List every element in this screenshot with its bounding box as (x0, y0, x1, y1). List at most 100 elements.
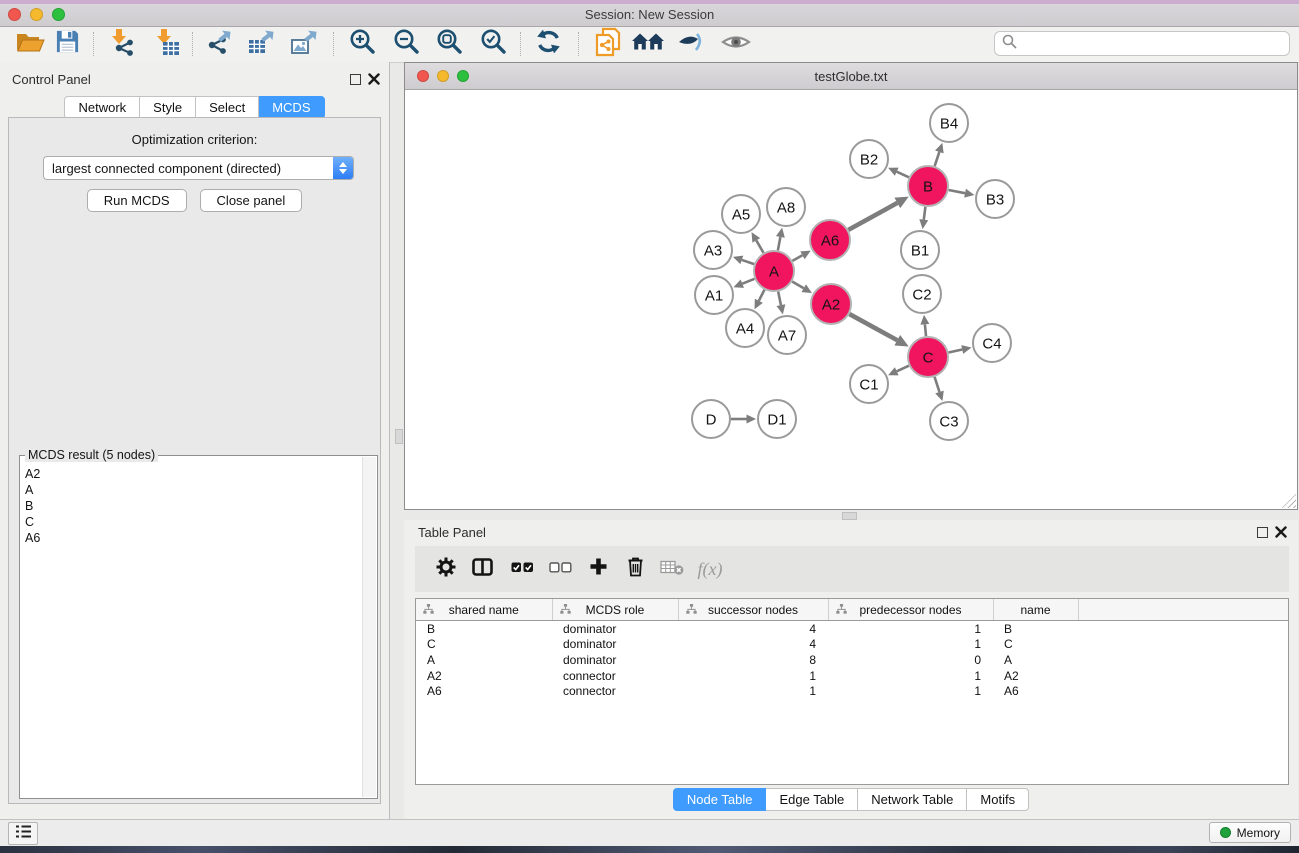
cell-mcds-role[interactable]: dominator (552, 652, 678, 668)
cell-predecessor-nodes[interactable]: 1 (828, 621, 993, 637)
cell-predecessor-nodes[interactable]: 1 (828, 683, 993, 699)
cell-successor-nodes[interactable]: 1 (678, 683, 828, 699)
cell-predecessor-nodes[interactable]: 1 (828, 637, 993, 653)
table-row[interactable]: Adominator80A (416, 652, 1288, 668)
network-graph-canvas[interactable]: B4B2BB3A8A5A6A3B1AA1C2A2A4A7C4CC1DD1C3 (405, 90, 1297, 510)
edge-A-A8[interactable] (778, 237, 781, 250)
cell-successor-nodes[interactable]: 8 (678, 652, 828, 668)
edge-A-A2[interactable] (792, 282, 804, 289)
edge-B-B1[interactable] (924, 207, 926, 220)
cell-shared-name[interactable]: A6 (416, 683, 552, 699)
column-header-mcds-role[interactable]: MCDS role (552, 599, 678, 621)
tab-edge-table[interactable]: Edge Table (766, 788, 858, 811)
close-panel-button[interactable]: Close panel (200, 189, 303, 212)
horizontal-splitter-handle[interactable] (842, 512, 857, 520)
edge-C-C3[interactable] (935, 377, 940, 392)
zoom-out-button[interactable] (387, 29, 425, 59)
edge-C-C1[interactable] (897, 366, 909, 372)
save-session-button[interactable] (48, 29, 86, 59)
mcds-result-item[interactable]: C (25, 514, 357, 530)
graphics-details-button[interactable] (672, 29, 710, 59)
cell-predecessor-nodes[interactable]: 1 (828, 668, 993, 684)
tab-mcds[interactable]: MCDS (259, 96, 324, 119)
float-panel-icon[interactable] (350, 74, 361, 85)
network-window-titlebar[interactable]: testGlobe.txt (405, 63, 1297, 90)
edge-A-A7[interactable] (778, 292, 781, 306)
mcds-result-item[interactable]: A (25, 482, 357, 498)
tab-node-table[interactable]: Node Table (673, 788, 767, 811)
edge-A-A3[interactable] (742, 260, 754, 264)
tab-style[interactable]: Style (140, 96, 196, 119)
export-table-button[interactable] (243, 29, 281, 59)
tab-network-table[interactable]: Network Table (858, 788, 967, 811)
table-row[interactable]: A6connector11A6 (416, 683, 1288, 699)
table-row[interactable]: A2connector11A2 (416, 668, 1288, 684)
import-network-button[interactable] (103, 29, 141, 59)
export-network-button[interactable] (201, 29, 239, 59)
cell-mcds-role[interactable]: connector (552, 683, 678, 699)
table-settings-button[interactable] (429, 554, 463, 584)
cell-successor-nodes[interactable]: 4 (678, 621, 828, 637)
cell-predecessor-nodes[interactable]: 0 (828, 652, 993, 668)
float-table-panel-icon[interactable] (1257, 527, 1268, 538)
add-row-button[interactable] (581, 554, 615, 584)
column-header-shared-name[interactable]: shared name (416, 599, 552, 621)
zoom-selected-button[interactable] (474, 29, 512, 59)
scrollbar-track[interactable] (362, 457, 376, 797)
cell-name[interactable]: A (993, 652, 1078, 668)
export-image-button[interactable] (286, 29, 324, 59)
edge-B-B3[interactable] (949, 190, 965, 193)
column-header-predecessor-nodes[interactable]: predecessor nodes (828, 599, 993, 621)
column-header-name[interactable]: name (993, 599, 1078, 621)
memory-button[interactable]: Memory (1209, 822, 1291, 843)
tab-select[interactable]: Select (196, 96, 259, 119)
run-mcds-button[interactable]: Run MCDS (87, 189, 187, 212)
cell-name[interactable]: B (993, 621, 1078, 637)
mcds-result-item[interactable]: B (25, 498, 357, 514)
edge-C-C2[interactable] (925, 324, 926, 336)
function-builder-button[interactable]: f(x) (693, 554, 727, 584)
edge-A-A1[interactable] (742, 279, 754, 284)
task-history-button[interactable] (8, 822, 38, 845)
cell-shared-name[interactable]: A (416, 652, 552, 668)
edge-C-C4[interactable] (949, 350, 963, 353)
refresh-button[interactable] (529, 29, 567, 59)
edge-A2-C[interactable] (849, 314, 897, 340)
cell-shared-name[interactable]: B (416, 621, 552, 637)
tab-network[interactable]: Network (64, 96, 140, 119)
delete-table-button[interactable] (655, 554, 689, 584)
show-hide-button[interactable] (717, 29, 755, 59)
cell-name[interactable]: C (993, 637, 1078, 653)
deselect-all-button[interactable] (543, 554, 577, 584)
close-panel-icon[interactable] (368, 72, 380, 90)
column-header-successor-nodes[interactable]: successor nodes (678, 599, 828, 621)
search-box[interactable] (994, 31, 1290, 56)
cell-name[interactable]: A2 (993, 668, 1078, 684)
cell-successor-nodes[interactable]: 4 (678, 637, 828, 653)
mcds-result-item[interactable]: A2 (25, 466, 357, 482)
close-table-panel-icon[interactable] (1275, 525, 1287, 543)
table-row[interactable]: Cdominator41C (416, 637, 1288, 653)
edge-A-A4[interactable] (759, 290, 765, 301)
edge-A6-B[interactable] (848, 203, 897, 230)
mcds-result-item[interactable]: A6 (25, 530, 357, 546)
show-columns-button[interactable] (465, 554, 499, 584)
cell-successor-nodes[interactable]: 1 (678, 668, 828, 684)
zoom-fit-button[interactable] (430, 29, 468, 59)
cell-mcds-role[interactable]: connector (552, 668, 678, 684)
cell-shared-name[interactable]: A2 (416, 668, 552, 684)
vertical-splitter-handle[interactable] (395, 429, 403, 444)
cell-name[interactable]: A6 (993, 683, 1078, 699)
edge-A-A6[interactable] (792, 255, 802, 261)
delete-rows-button[interactable] (618, 554, 652, 584)
edge-A-A5[interactable] (756, 240, 763, 252)
zoom-in-button[interactable] (343, 29, 381, 59)
search-input[interactable] (1022, 35, 1282, 52)
cell-mcds-role[interactable]: dominator (552, 637, 678, 653)
edge-B-B4[interactable] (935, 152, 940, 166)
tab-motifs[interactable]: Motifs (967, 788, 1029, 811)
cell-shared-name[interactable]: C (416, 637, 552, 653)
cyndex-button[interactable] (589, 29, 627, 59)
table-row[interactable]: Bdominator41B (416, 621, 1288, 637)
select-all-button[interactable] (505, 554, 539, 584)
